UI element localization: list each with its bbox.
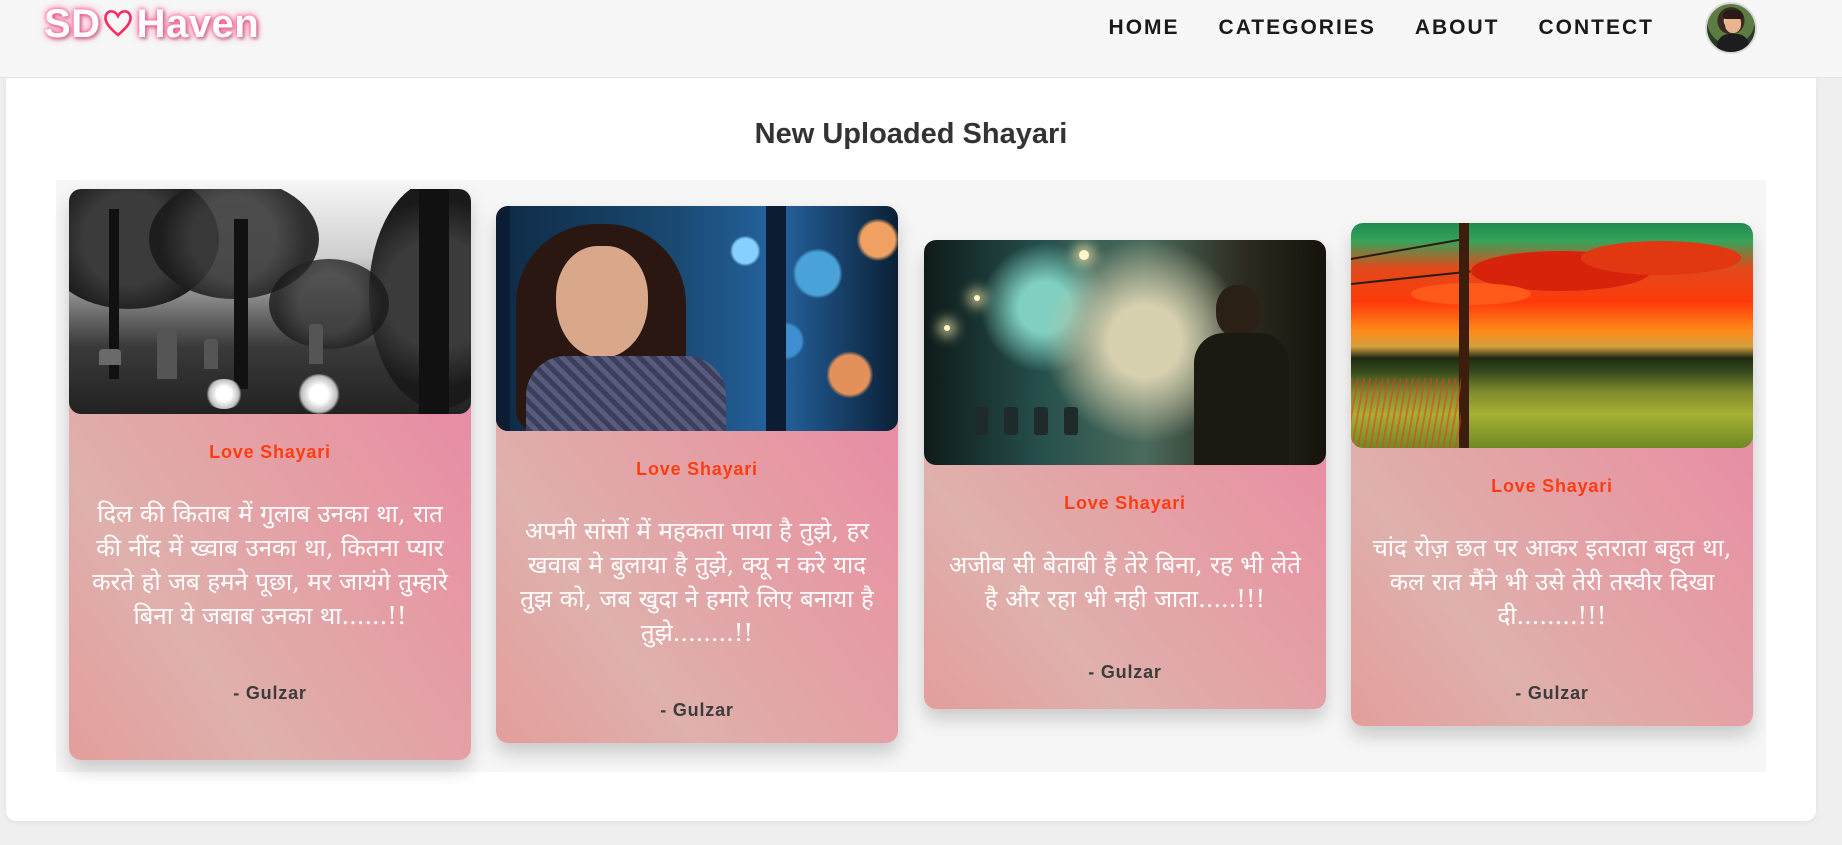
- nav-link-home[interactable]: HOME: [1109, 16, 1180, 40]
- navbar: SD Haven HOME CATEGORIES ABOUT CONTECT: [0, 0, 1842, 78]
- heart-outline-icon: [101, 5, 137, 45]
- card-quote: चांद रोज़ छत पर आकर इतराता बहुत था, कल र…: [1372, 534, 1732, 630]
- card-author: - Gulzar: [1088, 662, 1162, 682]
- card-author: - Gulzar: [660, 700, 734, 720]
- card-category: Love Shayari: [209, 442, 331, 462]
- card-quote: अजीब सी बेताबी है तेरे बिना, रह भी लेते …: [949, 551, 1301, 613]
- nav-link-contect[interactable]: CONTECT: [1539, 16, 1655, 40]
- shayari-card-1[interactable]: Love Shayari दिल की किताब में गुलाब उनका…: [69, 189, 471, 760]
- card-image-man-smoke: [924, 240, 1326, 465]
- main-panel: New Uploaded Shayari Love Shayari दिल की…: [6, 78, 1816, 821]
- card-author: - Gulzar: [233, 683, 307, 703]
- shayari-card-3[interactable]: Love Shayari अजीब सी बेताबी है तेरे बिना…: [924, 240, 1326, 709]
- card-image-woman-window: [496, 206, 898, 431]
- shayari-card-4[interactable]: Love Shayari चांद रोज़ छत पर आकर इतराता …: [1351, 223, 1753, 726]
- card-image-cemetery: [69, 189, 471, 414]
- nav-menu: HOME CATEGORIES ABOUT CONTECT: [1070, 16, 1654, 40]
- nav-link-about[interactable]: ABOUT: [1415, 16, 1500, 40]
- card-quote: अपनी सांसों में महकता पाया है तुझे, हर ख…: [520, 517, 874, 647]
- card-author: - Gulzar: [1515, 683, 1589, 703]
- logo-text-prefix: SD: [44, 2, 101, 46]
- section-title: New Uploaded Shayari: [754, 118, 1068, 150]
- card-image-sunset-field: [1351, 223, 1753, 448]
- user-avatar[interactable]: [1705, 2, 1757, 54]
- shayari-card-2[interactable]: Love Shayari अपनी सांसों में महकता पाया …: [496, 206, 898, 743]
- site-logo[interactable]: SD Haven: [44, 2, 259, 47]
- card-category: Love Shayari: [636, 459, 758, 479]
- card-category: Love Shayari: [1491, 476, 1613, 496]
- card-category: Love Shayari: [1064, 493, 1186, 513]
- logo-text-suffix: Haven: [136, 2, 260, 46]
- card-quote: दिल की किताब में गुलाब उनका था, रात की न…: [92, 500, 448, 630]
- nav-link-categories[interactable]: CATEGORIES: [1219, 16, 1376, 40]
